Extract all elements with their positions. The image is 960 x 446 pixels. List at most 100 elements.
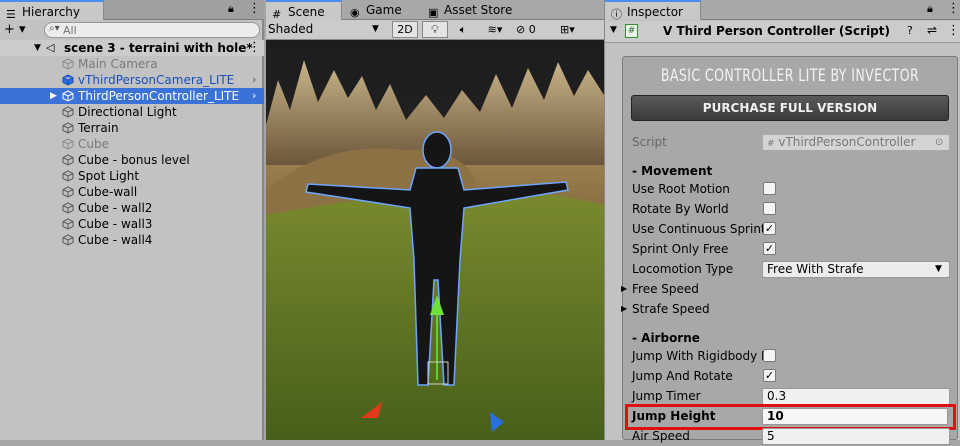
hierarchy-item-cube-wall4[interactable]: Cube - wall4 — [0, 232, 264, 248]
cube-icon — [62, 90, 74, 102]
hierarchy-item-label: Cube - wall4 — [78, 233, 153, 247]
cube-icon — [62, 122, 74, 134]
cube-icon — [62, 170, 74, 182]
hierarchy-item-directional-light[interactable]: Directional Light — [0, 104, 264, 120]
toggle-2d-button[interactable]: 2D — [392, 21, 418, 38]
hierarchy-item-label: Cube - wall2 — [78, 201, 153, 215]
sprint-only-free-label: Sprint Only Free — [632, 242, 729, 256]
jump-timer-field[interactable]: 0.3 — [762, 388, 950, 405]
use-continuous-sprint-label: Use Continuous Sprint — [632, 222, 766, 236]
foldout-arrow-icon[interactable]: ▼ — [610, 25, 617, 35]
tab-inspector[interactable]: ⓘ Inspector — [605, 0, 701, 21]
inspector-lock-icon[interactable]: 🔒︎ — [927, 2, 933, 16]
hierarchy-item-vthirdpersoncamera-lite[interactable]: vThirdPersonCamera_LITE › — [0, 72, 264, 88]
jump-with-rigidbody-label: Jump With Rigidbody F — [632, 349, 768, 363]
free-speed-foldout[interactable]: Free Speed — [632, 279, 699, 299]
rotate-by-world-label: Rotate By World — [632, 202, 729, 216]
use-root-motion-checkbox[interactable] — [763, 182, 776, 195]
tab-game[interactable]: ◉ Game — [344, 0, 420, 20]
script-label: Script — [632, 135, 667, 149]
hidden-objects-toggle[interactable]: ⊘ 0 — [516, 21, 556, 38]
hierarchy-search-field[interactable]: ⌕▾ — [44, 22, 260, 38]
audio-toggle-icon[interactable]: 🔈︎ — [450, 21, 476, 38]
add-button[interactable]: + ▾ — [4, 22, 34, 38]
scene-root-row[interactable]: ▼ ◁ scene 3 - terraini with hole* ⋮ — [0, 40, 264, 56]
expand-arrow-icon[interactable]: ▼ — [34, 40, 41, 56]
strafe-speed-foldout[interactable]: Strafe Speed — [632, 299, 710, 319]
scene-toolbar: Shaded ▼ 2D 💡︎ 🔈︎ ≋▾ ⊘ 0 ⊞▾ — [266, 20, 604, 40]
effects-dropdown-icon[interactable]: ≋▾ — [478, 21, 512, 38]
locomotion-type-label: Locomotion Type — [632, 262, 734, 276]
use-continuous-sprint-checkbox[interactable]: ✓ — [763, 222, 776, 235]
jump-height-field[interactable]: 10 — [762, 408, 948, 425]
eye-slash-icon: ⊘ — [516, 23, 526, 36]
hierarchy-item-thirdpersoncontroller-lite[interactable]: ▶ ThirdPersonController_LITE › — [0, 88, 264, 104]
rotate-by-world-checkbox[interactable] — [763, 202, 776, 215]
unity-scene-icon: ◁ — [46, 41, 55, 54]
hierarchy-item-label: Cube - wall3 — [78, 217, 153, 231]
purchase-full-version-button[interactable]: PURCHASE FULL VERSION — [631, 95, 949, 121]
gizmos-dropdown-icon[interactable]: ⊞▾ — [560, 21, 600, 38]
expand-arrow-icon[interactable]: ▶ — [50, 88, 57, 104]
cube-icon — [62, 154, 74, 166]
hierarchy-tabbar: ☰ Hierarchy 🔒︎ ⋮ — [0, 0, 264, 21]
hierarchy-search-input[interactable] — [63, 24, 253, 37]
locomotion-type-dropdown[interactable]: Free With Strafe ▼ — [762, 261, 950, 278]
air-speed-label: Air Speed — [632, 429, 690, 443]
hierarchy-item-spot-light[interactable]: Spot Light — [0, 168, 264, 184]
hierarchy-item-label: Cube - bonus level — [78, 153, 190, 167]
hierarchy-item-cube[interactable]: Cube — [0, 136, 264, 152]
hierarchy-item-label: Cube-wall — [78, 185, 138, 199]
dropdown-arrow-icon: ▼ — [935, 264, 942, 274]
cube-icon — [62, 58, 74, 70]
component-menu-icon[interactable]: ⋮ — [947, 23, 960, 38]
help-icon[interactable]: ? — [907, 24, 913, 37]
jump-and-rotate-label: Jump And Rotate — [632, 369, 733, 383]
hierarchy-item-cube-wall2[interactable]: Cube - wall2 — [0, 200, 264, 216]
free-speed-foldout-icon[interactable]: ▶ — [621, 284, 627, 293]
lighting-toggle-icon[interactable]: 💡︎ — [422, 21, 448, 38]
hierarchy-item-cube-wall[interactable]: Cube-wall — [0, 184, 264, 200]
cube-icon — [62, 74, 74, 86]
hierarchy-item-cube-bonus-level[interactable]: Cube - bonus level — [0, 152, 264, 168]
hierarchy-item-label: ThirdPersonController_LITE — [78, 89, 240, 103]
hierarchy-item-label: Main Camera — [78, 57, 158, 71]
tab-hierarchy[interactable]: ☰ Hierarchy — [0, 0, 104, 21]
hierarchy-item-label: Spot Light — [78, 169, 140, 183]
tab-asset-store[interactable]: ▣ Asset Store — [422, 0, 522, 20]
scene-menu-icon[interactable]: ⋮ — [248, 40, 261, 56]
banner-title: BASIC CONTROLLER LITE BY INVECTOR — [660, 66, 920, 86]
cube-icon — [62, 186, 74, 198]
more-options-icon[interactable]: ⋮ — [248, 1, 261, 16]
cube-icon — [62, 234, 74, 246]
jump-with-rigidbody-checkbox[interactable] — [763, 349, 776, 362]
lock-icon[interactable]: 🔒︎ — [228, 2, 234, 16]
hierarchy-item-cube-wall3[interactable]: Cube - wall3 — [0, 216, 264, 232]
chevron-down-icon: ▼ — [372, 24, 379, 34]
search-icon: ⌕▾ — [49, 23, 60, 34]
scene-viewport[interactable] — [266, 40, 604, 440]
hierarchy-item-main-camera[interactable]: Main Camera — [0, 56, 264, 72]
component-header[interactable]: ▼ # V Third Person Controller (Script) ?… — [605, 21, 960, 43]
cube-icon — [62, 138, 74, 150]
air-speed-field[interactable]: 5 — [762, 428, 950, 445]
jump-height-label: Jump Height — [632, 409, 716, 423]
shading-mode-dropdown[interactable]: Shaded ▼ — [268, 21, 384, 38]
strafe-speed-foldout-icon[interactable]: ▶ — [621, 304, 627, 313]
hierarchy-item-label: vThirdPersonCamera_LITE — [78, 73, 235, 87]
hierarchy-item-label: Terrain — [78, 121, 119, 135]
object-picker-icon[interactable]: ⊙ — [935, 135, 943, 150]
jump-timer-label: Jump Timer — [632, 389, 701, 403]
hierarchy-item-terrain[interactable]: Terrain — [0, 120, 264, 136]
prefab-open-icon[interactable]: › — [252, 88, 256, 104]
sprint-only-free-checkbox[interactable]: ✓ — [763, 242, 776, 255]
movement-header: - Movement — [632, 164, 713, 178]
jump-and-rotate-checkbox[interactable]: ✓ — [763, 369, 776, 382]
script-component-icon: # — [625, 24, 638, 38]
presets-icon[interactable]: ⇌ — [927, 23, 937, 37]
prefab-open-icon[interactable]: › — [252, 72, 256, 88]
script-object-field[interactable]: # vThirdPersonController ⊙ — [762, 134, 950, 151]
tab-scene[interactable]: # Scene — [266, 0, 342, 21]
inspector-more-icon[interactable]: ⋮ — [947, 1, 960, 16]
airborne-header: - Airborne — [632, 331, 700, 345]
